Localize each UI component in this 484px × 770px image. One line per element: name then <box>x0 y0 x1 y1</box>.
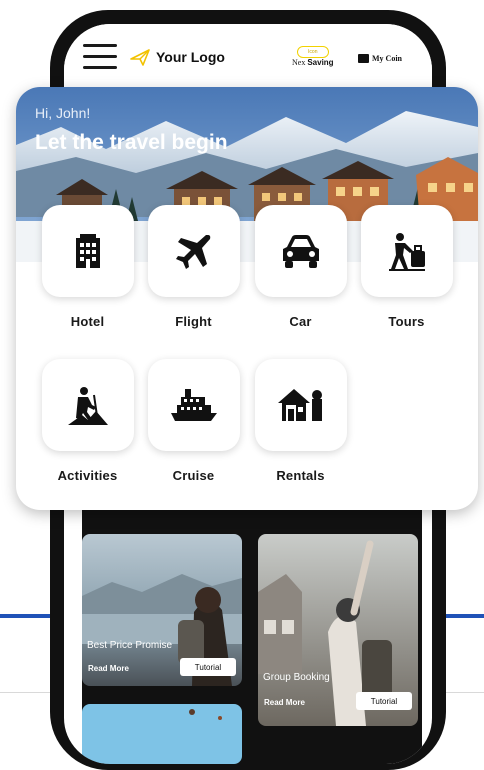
read-more-link[interactable]: Read More <box>264 698 305 707</box>
service-label: Flight <box>175 314 212 329</box>
nex-saving-label: Saving <box>307 58 334 67</box>
promo-card-best-price[interactable]: Best Price Promise Read More Tutorial <box>82 534 242 686</box>
service-label: Hotel <box>70 314 105 329</box>
cruise-icon <box>170 389 217 421</box>
nex-badge: Icon <box>296 46 329 58</box>
service-tile[interactable] <box>254 205 347 297</box>
service-tours[interactable]: Tours <box>359 205 454 329</box>
service-tile[interactable] <box>147 205 240 297</box>
greeting-text: Hi, John! <box>35 105 91 121</box>
service-hotel[interactable]: Hotel <box>40 205 135 329</box>
service-label: Tours <box>388 314 425 329</box>
service-tile[interactable] <box>41 205 134 297</box>
rentals-icon <box>277 389 322 421</box>
tutorial-button[interactable]: Tutorial <box>180 658 236 676</box>
service-tile[interactable] <box>360 205 453 297</box>
service-car[interactable]: Car <box>253 205 348 329</box>
nex-saving[interactable]: Icon Nex Saving <box>292 40 334 67</box>
promo-card-group-booking[interactable]: Group Booking Read More Tutorial <box>258 534 418 726</box>
menu-icon[interactable] <box>83 44 117 70</box>
hero-tagline: Let the travel begin <box>35 131 228 154</box>
service-flight[interactable]: Flight <box>146 205 241 329</box>
service-cruise[interactable]: Cruise <box>146 359 241 483</box>
read-more-link[interactable]: Read More <box>88 664 129 673</box>
service-rentals[interactable]: Rentals <box>253 359 348 483</box>
logo-text: Your Logo <box>156 49 225 65</box>
car-icon <box>282 235 319 268</box>
activities-icon <box>67 387 108 425</box>
tutorial-button[interactable]: Tutorial <box>356 692 412 710</box>
app-logo[interactable]: Your Logo <box>130 48 225 66</box>
service-label: Car <box>289 314 312 329</box>
tours-icon <box>388 233 425 271</box>
promo-title: Best Price Promise <box>87 640 173 651</box>
service-tile[interactable] <box>41 359 134 451</box>
promo-card-balloons[interactable] <box>82 704 242 764</box>
services-card: Hi, John! Let the travel begin Hotel Fli… <box>16 87 478 510</box>
service-label: Activities <box>57 468 118 483</box>
plane-logo-icon <box>130 49 150 66</box>
service-tile[interactable] <box>147 359 240 451</box>
wallet-icon <box>358 54 369 63</box>
my-coin-label: My Coin <box>372 54 402 63</box>
hotel-icon <box>75 234 100 268</box>
service-label: Rentals <box>276 468 325 483</box>
promo-balloons-photo <box>82 704 242 764</box>
service-activities[interactable]: Activities <box>40 359 135 483</box>
my-coin[interactable]: My Coin <box>358 54 402 63</box>
flight-icon <box>175 235 210 269</box>
service-label: Cruise <box>172 468 215 483</box>
nex-prefix: Nex <box>292 58 306 67</box>
app-header: Your Logo Icon Nex Saving My Coin <box>64 24 432 94</box>
service-tile[interactable] <box>254 359 347 451</box>
promo-title: Group Booking <box>263 672 330 683</box>
